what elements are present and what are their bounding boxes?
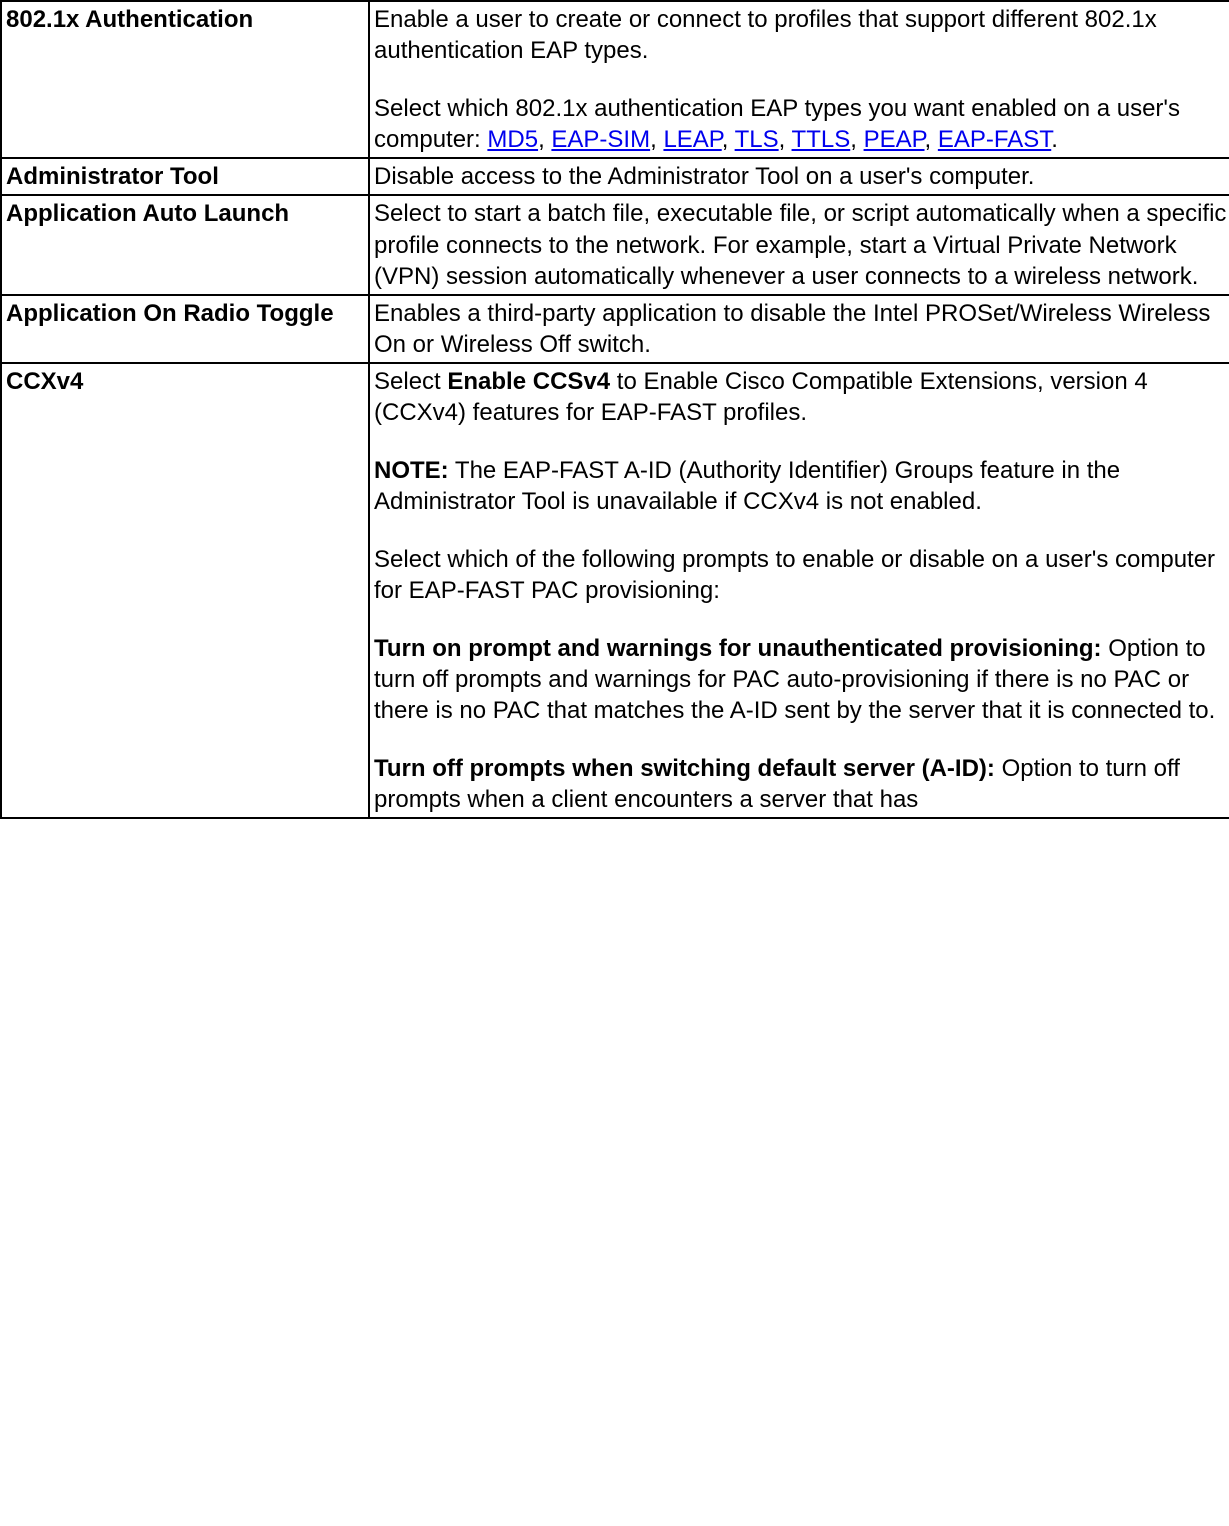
text: Enable a user to create or connect to pr…: [374, 6, 1157, 64]
text: ,: [650, 126, 663, 153]
option-label: Turn off prompts when switching default …: [374, 755, 995, 782]
text: Disable access to the Administrator Tool…: [374, 163, 1034, 190]
text: Select to start a batch file, executable…: [374, 200, 1226, 289]
link-eap-fast[interactable]: EAP-FAST: [938, 126, 1051, 153]
row-description: Disable access to the Administrator Tool…: [369, 158, 1229, 195]
link-md5[interactable]: MD5: [487, 126, 538, 153]
link-eap-sim[interactable]: EAP-SIM: [551, 126, 650, 153]
link-leap[interactable]: LEAP: [663, 126, 721, 153]
link-tls[interactable]: TLS: [735, 126, 779, 153]
text-bold: Enable CCSv4: [447, 368, 610, 395]
text: ,: [925, 126, 938, 153]
text: Select: [374, 368, 447, 395]
settings-table: 802.1x Authentication Enable a user to c…: [0, 0, 1229, 819]
text: .: [1051, 126, 1058, 153]
table-row: CCXv4 Select Enable CCSv4 to Enable Cisc…: [1, 363, 1229, 818]
option-label: Turn on prompt and warnings for unauthen…: [374, 635, 1102, 662]
row-label: Administrator Tool: [1, 158, 369, 195]
table-row: Application On Radio Toggle Enables a th…: [1, 295, 1229, 363]
row-label: 802.1x Authentication: [1, 1, 369, 158]
note-label: NOTE:: [374, 457, 449, 484]
row-description: Enables a third-party application to dis…: [369, 295, 1229, 363]
link-ttls[interactable]: TTLS: [792, 126, 851, 153]
table-row: Application Auto Launch Select to start …: [1, 195, 1229, 295]
text: The EAP-FAST A-ID (Authority Identifier)…: [374, 457, 1120, 515]
row-description: Enable a user to create or connect to pr…: [369, 1, 1229, 158]
row-label: CCXv4: [1, 363, 369, 818]
link-peap[interactable]: PEAP: [864, 126, 925, 153]
text: Select which of the following prompts to…: [374, 546, 1215, 604]
text: ,: [779, 126, 792, 153]
text: ,: [538, 126, 551, 153]
row-label: Application Auto Launch: [1, 195, 369, 295]
text: ,: [850, 126, 863, 153]
table-row: 802.1x Authentication Enable a user to c…: [1, 1, 1229, 158]
row-label: Application On Radio Toggle: [1, 295, 369, 363]
table-row: Administrator Tool Disable access to the…: [1, 158, 1229, 195]
text: Enables a third-party application to dis…: [374, 300, 1210, 358]
text: ,: [722, 126, 735, 153]
row-description: Select to start a batch file, executable…: [369, 195, 1229, 295]
row-description: Select Enable CCSv4 to Enable Cisco Comp…: [369, 363, 1229, 818]
